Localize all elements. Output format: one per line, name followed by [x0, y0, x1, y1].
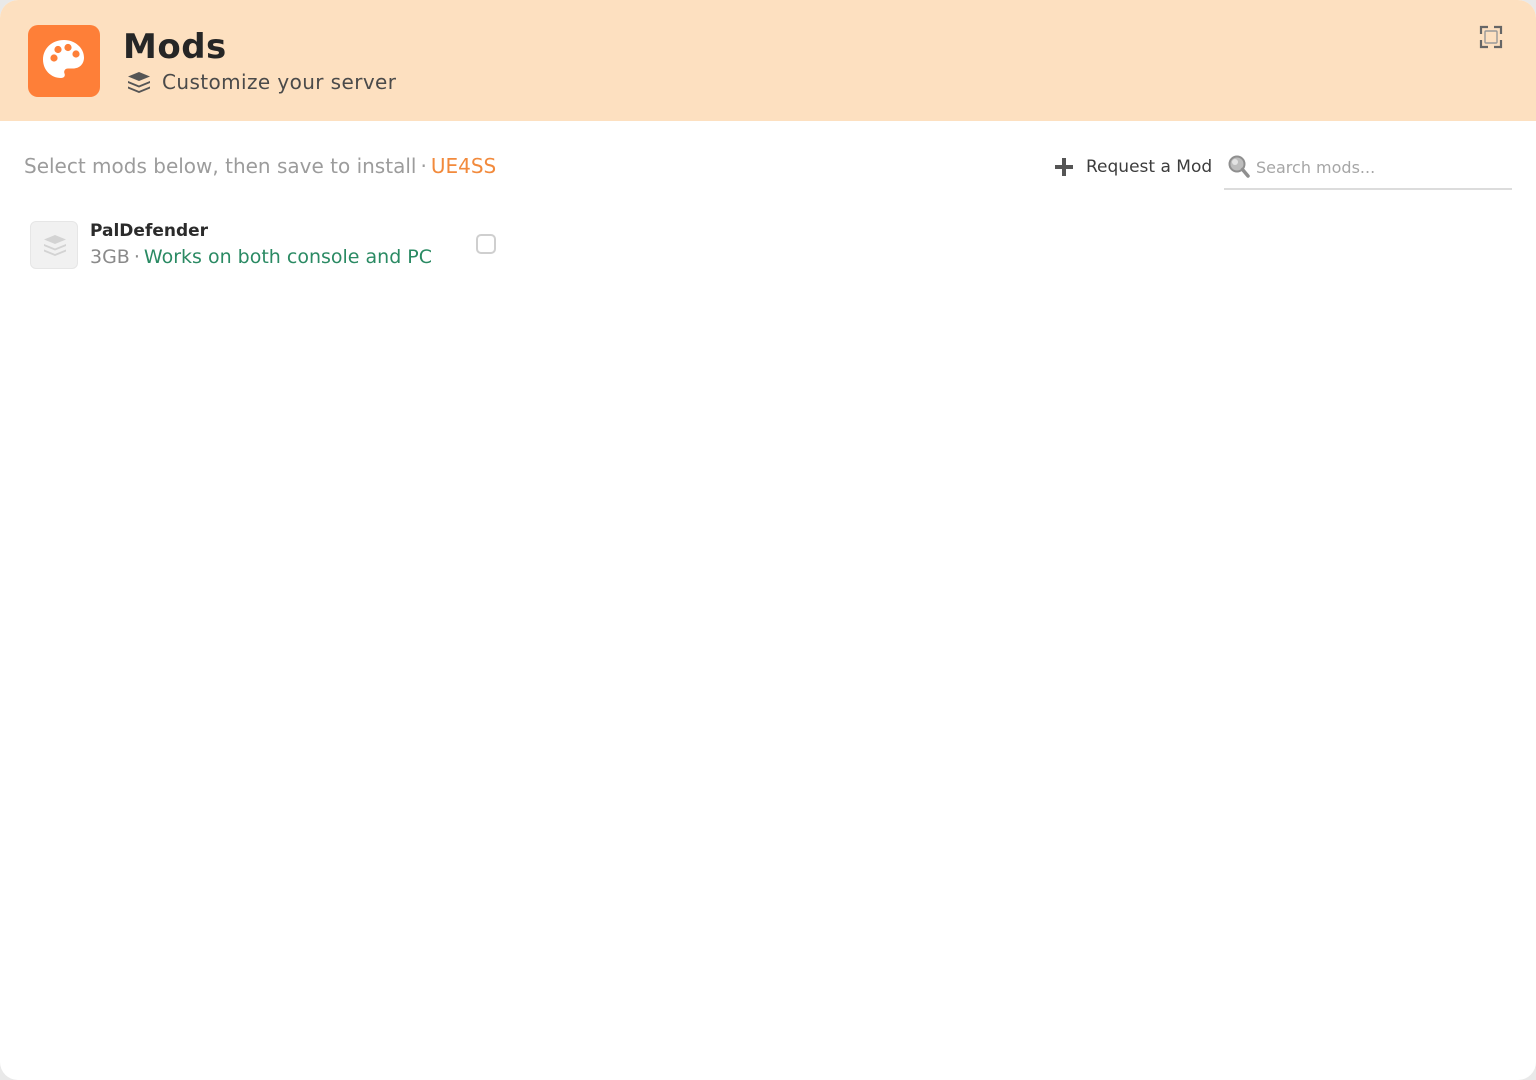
- mod-list-item[interactable]: PalDefender 3GB · Works on both console an…: [24, 214, 508, 276]
- expand-icon[interactable]: [1479, 25, 1503, 49]
- layers-icon: [128, 72, 150, 93]
- mod-compatibility: Works on both console and PC: [143, 246, 433, 268]
- mod-meta-separator: ·: [133, 246, 140, 268]
- mod-thumbnail: [30, 221, 78, 269]
- page-title: Mods: [123, 27, 227, 67]
- plus-icon: [1055, 158, 1073, 176]
- mods-panel: Mods Customize your server Select mods b…: [0, 0, 1536, 1080]
- request-mod-label: Request a Mod: [1086, 157, 1213, 177]
- search-icon: [1228, 155, 1250, 178]
- layers-icon: [44, 235, 66, 256]
- palette-icon: [28, 25, 100, 97]
- header: Mods Customize your server: [0, 0, 1536, 121]
- search-input[interactable]: [1254, 152, 1508, 182]
- request-mod-button[interactable]: Request a Mod: [1054, 154, 1212, 180]
- page-subtitle: Customize your server: [162, 70, 397, 94]
- subtitle-row: Customize your server: [126, 68, 396, 96]
- search-box: [1224, 148, 1512, 190]
- mod-select-checkbox[interactable]: [476, 234, 496, 254]
- instruction-text: Select mods below, then save to install ·…: [24, 152, 496, 180]
- mod-name: PalDefender: [90, 221, 209, 241]
- hint-separator: ·: [420, 154, 427, 178]
- mod-meta: 3GB · Works on both console and PC: [90, 244, 432, 270]
- hint-text: Select mods below, then save to install: [24, 154, 417, 178]
- framework-label: UE4SS: [430, 154, 497, 178]
- mod-size: 3GB: [90, 246, 130, 268]
